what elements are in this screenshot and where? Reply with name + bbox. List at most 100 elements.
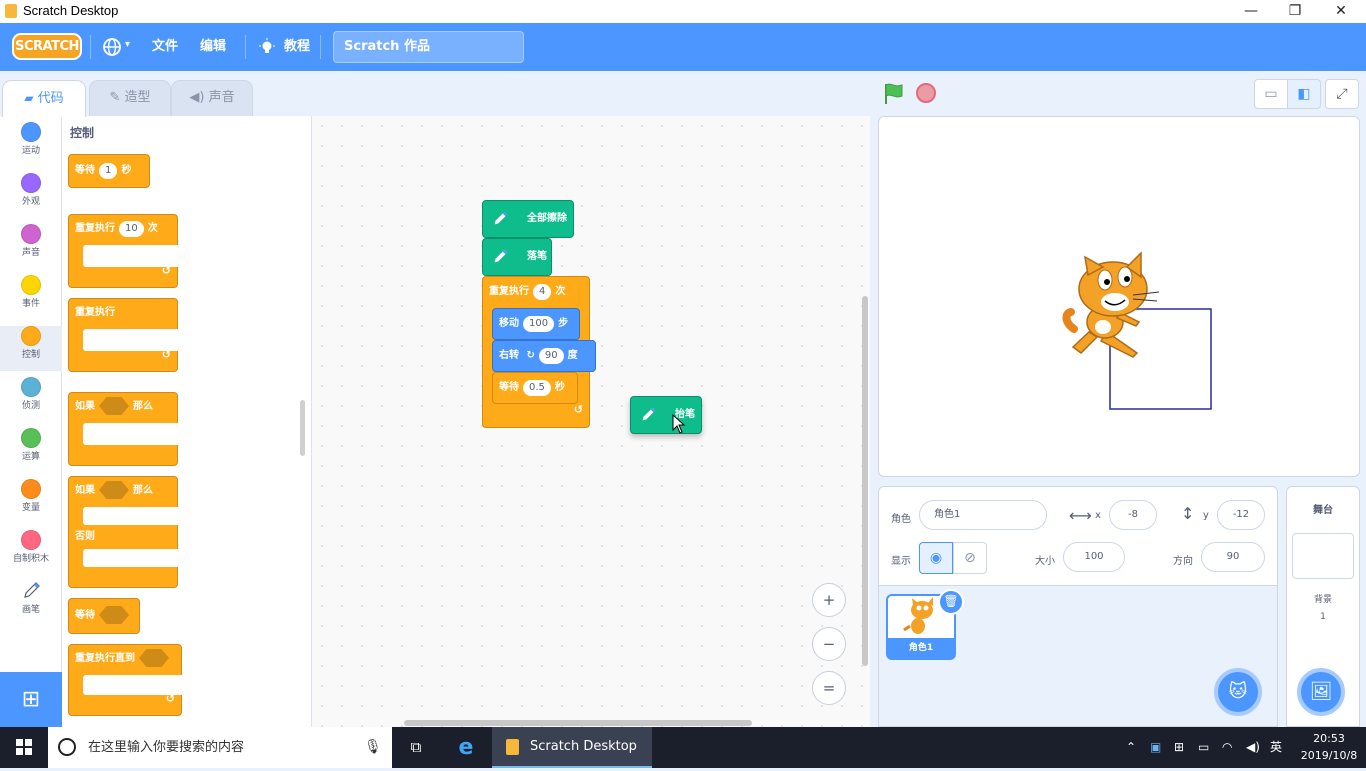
input-method-indicator[interactable]: 英 (1270, 727, 1282, 768)
taskbar-clock[interactable]: 20:53 2019/10/8 (1294, 730, 1364, 764)
category-operators[interactable]: 运算 (0, 428, 62, 473)
lightbulb-icon (258, 38, 276, 59)
block-label: 秒 (554, 382, 565, 393)
category-menu: 运动 外观 声音 事件 控制 侦测 运算 变量 自制积木 画笔 (0, 116, 62, 672)
block-pen-clear[interactable]: 全部擦除 (482, 200, 574, 238)
workspace-vertical-scrollbar[interactable] (862, 296, 868, 666)
block-turn-right[interactable]: 右转 ↻ 90 度 (492, 340, 596, 372)
delete-sprite-button[interactable]: 🗑 (938, 589, 964, 615)
block-wait-seconds[interactable]: 等待 1 秒 (68, 154, 150, 188)
language-menu[interactable]: ▾ (102, 37, 136, 57)
tray-app-icon[interactable]: ▣ (1150, 727, 1161, 768)
tab-code[interactable]: ▰ 代码 (2, 80, 86, 117)
condition-slot[interactable] (99, 481, 129, 499)
category-events[interactable]: 事件 (0, 275, 62, 320)
task-view-button[interactable]: ⧉ (396, 727, 436, 768)
start-button[interactable] (0, 727, 48, 768)
size-label: 大小 (1035, 556, 1055, 567)
stage-canvas[interactable] (878, 116, 1360, 477)
tab-sounds[interactable]: ◀) 声音 (171, 80, 253, 116)
restore-button[interactable]: ❐ (1272, 0, 1318, 23)
block-label: 那么 (133, 401, 153, 412)
internet-explorer-button[interactable]: e (444, 727, 488, 768)
minimize-button[interactable]: — (1228, 0, 1274, 23)
add-backdrop-button[interactable]: 🖼 (1297, 668, 1345, 716)
internet-explorer-icon: e (458, 735, 474, 760)
block-label: 次 (147, 223, 158, 234)
block-if-then[interactable]: 如果 那么 (68, 392, 179, 466)
block-input[interactable]: 0.5 (523, 380, 551, 396)
block-input[interactable]: 90 (538, 348, 564, 364)
block-wait-until[interactable]: 等待 (68, 598, 140, 634)
wifi-icon[interactable]: ◠ (1222, 727, 1232, 768)
battery-icon[interactable]: ▭ (1198, 727, 1209, 768)
category-variables[interactable]: 变量 (0, 479, 62, 524)
block-pen-up[interactable]: 抬笔 (630, 396, 702, 434)
category-motion[interactable]: 运动 (0, 122, 62, 167)
workspace-horizontal-scrollbar[interactable] (404, 720, 752, 726)
condition-slot[interactable] (139, 649, 169, 667)
show-hidden-icons-button[interactable]: ⌃ (1126, 727, 1136, 768)
block-input[interactable]: 100 (523, 316, 555, 332)
palette-scrollbar[interactable] (300, 400, 305, 456)
add-extension-button[interactable]: ⊞ (0, 672, 62, 727)
category-sensing[interactable]: 侦测 (0, 377, 62, 422)
tab-costumes[interactable]: ✎ 造型 (89, 80, 171, 116)
block-input[interactable]: 10 (119, 221, 144, 237)
condition-slot[interactable] (99, 606, 129, 624)
category-looks[interactable]: 外观 (0, 173, 62, 218)
pen-icon (494, 249, 508, 263)
block-move-steps[interactable]: 移动 100 步 (492, 308, 580, 340)
block-label: 移动 (499, 318, 519, 329)
category-my-blocks[interactable]: 自制积木 (0, 530, 62, 575)
x-input[interactable]: -8 (1109, 500, 1157, 530)
block-input[interactable]: 4 (533, 284, 552, 300)
block-if-else[interactable]: 如果 那么 否则 (68, 476, 179, 588)
clock-time: 20:53 (1313, 732, 1345, 745)
fullscreen-button[interactable]: ⤢ (1325, 79, 1359, 109)
sprite-name-label: 角色 (891, 514, 911, 525)
zoom-reset-button[interactable]: = (812, 671, 846, 705)
taskbar-app-scratch[interactable]: Scratch Desktop (492, 727, 652, 768)
small-stage-button[interactable]: ▭ (1254, 79, 1288, 109)
block-forever[interactable]: 重复执行 ↺ (68, 298, 179, 372)
edit-menu[interactable]: 编辑 (200, 23, 226, 71)
add-sprite-button[interactable]: 🐱 (1214, 668, 1262, 716)
stop-button[interactable] (916, 83, 936, 103)
taskbar-search-box[interactable]: 在这里输入你要搜索的内容 🎙 (48, 727, 392, 768)
green-flag-button[interactable] (882, 82, 906, 106)
y-input[interactable]: -12 (1217, 500, 1265, 530)
direction-input[interactable]: 90 (1201, 542, 1265, 572)
close-button[interactable]: ✕ (1318, 0, 1364, 23)
block-repeat-times[interactable]: 重复执行 10 次 ↺ (68, 214, 179, 288)
project-title-input[interactable]: Scratch 作品 (333, 31, 524, 63)
block-label: 等待 (499, 382, 519, 393)
pen-icon (494, 211, 508, 225)
hide-sprite-button[interactable]: ⊘ (953, 542, 987, 574)
block-pen-down[interactable]: 落笔 (482, 238, 552, 276)
backdrop-thumbnail[interactable] (1292, 533, 1354, 579)
scratch-logo[interactable]: SCRATCH (12, 33, 82, 60)
sprite-name-input[interactable]: 角色1 (919, 500, 1047, 530)
zoom-in-button[interactable]: + (812, 583, 846, 617)
block-input[interactable]: 1 (99, 163, 118, 179)
category-pen[interactable]: 画笔 (0, 575, 62, 620)
category-control[interactable]: 控制 (0, 326, 62, 371)
category-sound[interactable]: 声音 (0, 224, 62, 269)
file-menu[interactable]: 文件 (152, 23, 178, 71)
normal-stage-button[interactable]: ◧ (1287, 79, 1321, 109)
block-wait-seconds[interactable]: 等待 0.5 秒 (492, 372, 578, 404)
block-label: 那么 (133, 485, 153, 496)
size-input[interactable]: 100 (1063, 542, 1125, 572)
volume-icon[interactable]: ◀) (1246, 727, 1260, 768)
x-position-icon: ⟷ (1069, 506, 1092, 525)
code-workspace[interactable]: 全部擦除 落笔 重复执行 4 次 ↺ 移动 100 步 右转 ↻ 90 度 等待 0.5 秒 抬… (312, 116, 870, 727)
chevron-down-icon: ▾ (125, 39, 131, 50)
tab-code-label: 代码 (37, 91, 64, 106)
zoom-out-button[interactable]: − (812, 627, 846, 661)
condition-slot[interactable] (99, 397, 129, 415)
block-repeat-until[interactable]: 重复执行直到 ↺ (68, 644, 183, 716)
tray-network-app-icon[interactable]: ⊞ (1174, 727, 1184, 768)
show-sprite-button[interactable]: ◉ (919, 542, 953, 574)
mouse-cursor-icon (672, 414, 686, 434)
